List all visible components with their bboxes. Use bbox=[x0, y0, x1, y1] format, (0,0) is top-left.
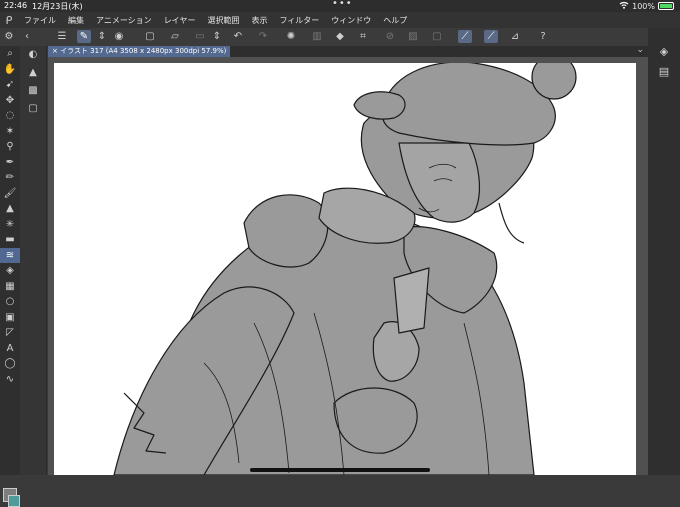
save-icon[interactable]: ▭ bbox=[193, 30, 207, 43]
undo-icon[interactable]: ↶ bbox=[231, 30, 245, 43]
fill-tool-icon[interactable]: ◈ bbox=[0, 263, 20, 279]
view-eye-icon[interactable]: ◉ bbox=[112, 30, 126, 43]
command-toolbar: ⚙ ‹ ☰ ✎ ⇕ ◉ ▢ ▱ ▭ ⇕ ↶ ↷ ✺ ▥ ◆ ⌗ ⊘ ▨ ▢ ⟋ … bbox=[0, 28, 680, 47]
loading-icon[interactable]: ✺ bbox=[284, 30, 298, 43]
sub-tool-column: ◐ ▲ ▩ ▢ bbox=[20, 46, 47, 475]
balloon-tool-icon[interactable]: ◯ bbox=[0, 356, 20, 372]
crop-icon[interactable]: ⌗ bbox=[356, 30, 370, 43]
drawing-canvas[interactable] bbox=[54, 63, 636, 475]
back-icon[interactable]: ‹ bbox=[20, 30, 34, 43]
battery-icon bbox=[658, 2, 674, 10]
menu-selection[interactable]: 選択範囲 bbox=[201, 15, 245, 26]
layers-panel-icon[interactable]: ◈ bbox=[648, 42, 680, 62]
document-tab-bar: × イラスト 317 (A4 3508 x 2480px 300dpi 57.9… bbox=[48, 45, 648, 57]
battery-level bbox=[660, 4, 672, 8]
eraser-tool-icon[interactable]: ▬ bbox=[0, 232, 20, 248]
operation-tool-icon[interactable]: ➹ bbox=[0, 77, 20, 93]
deselect-icon[interactable]: ⊘ bbox=[383, 30, 397, 43]
home-indicator bbox=[250, 468, 430, 472]
redo-icon[interactable]: ↷ bbox=[256, 30, 270, 43]
airbrush-tool-icon[interactable]: ▲ bbox=[0, 201, 20, 217]
color-wheel-icon[interactable]: ▩ bbox=[20, 82, 46, 100]
right-panel: ◈ ▤ bbox=[648, 28, 680, 475]
menu-help[interactable]: ヘルプ bbox=[377, 15, 413, 26]
pen-tool-icon[interactable]: ✒ bbox=[0, 155, 20, 171]
ruler-snap-icon[interactable]: ⟋ bbox=[458, 30, 472, 43]
multitask-dots[interactable]: ••• bbox=[332, 0, 353, 9]
menu-filter[interactable]: フィルター bbox=[273, 15, 325, 26]
decoration-tool-icon[interactable]: ✳ bbox=[0, 217, 20, 233]
tool-property-icon[interactable]: ▲ bbox=[20, 64, 46, 82]
document-tab-label: イラスト 317 (A4 3508 x 2480px 300dpi 57.9%) bbox=[60, 47, 227, 55]
status-bar: 22:46 12月23日(木) ••• 100% bbox=[0, 0, 680, 12]
grid-snap-icon[interactable]: ⊿ bbox=[508, 30, 522, 43]
tool-palette: ⌕ ✋ ➹ ✥ ◌ ✶ ⚲ ✒ ✏ 🖌 ▲ ✳ ▬ ≋ ◈ ▦ ○ ▣ ◸ A … bbox=[0, 46, 20, 507]
artwork-illustration bbox=[113, 63, 577, 475]
menu-animation[interactable]: アニメーション bbox=[90, 15, 158, 26]
app-logo-icon[interactable]: ᑭ bbox=[0, 14, 18, 27]
menu-edit[interactable]: 編集 bbox=[62, 15, 90, 26]
stepper-icon[interactable]: ⇕ bbox=[95, 30, 109, 43]
eyedropper-icon[interactable]: ⚲ bbox=[0, 139, 20, 155]
shape-tool-icon[interactable]: ○ bbox=[0, 294, 20, 310]
text-tool-icon[interactable]: A bbox=[0, 341, 20, 357]
stepper2-icon[interactable]: ⇕ bbox=[210, 30, 224, 43]
clear-layer-icon[interactable]: ▥ bbox=[310, 30, 324, 43]
menu-view[interactable]: 表示 bbox=[245, 15, 273, 26]
hamburger-menu-icon[interactable]: ☰ bbox=[55, 30, 69, 43]
open-folder-icon[interactable]: ▱ bbox=[168, 30, 182, 43]
frame-tool-icon[interactable]: ▣ bbox=[0, 310, 20, 326]
lasso-tool-icon[interactable]: ◌ bbox=[0, 108, 20, 124]
invert-selection-icon[interactable]: ▨ bbox=[406, 30, 420, 43]
chevron-down-icon[interactable]: ⌄ bbox=[636, 45, 644, 55]
battery-percent: 100% bbox=[632, 1, 655, 11]
brush-size-icon[interactable]: ◐ bbox=[20, 46, 46, 64]
document-tab[interactable]: × イラスト 317 (A4 3508 x 2480px 300dpi 57.9… bbox=[48, 46, 231, 57]
menu-layer[interactable]: レイヤー bbox=[158, 15, 202, 26]
help-icon[interactable]: ? bbox=[536, 30, 550, 43]
settings-icon[interactable]: ⚙ bbox=[2, 30, 16, 43]
menu-bar: ᑭ ファイル 編集 アニメーション レイヤー 選択範囲 表示 フィルター ウィン… bbox=[0, 12, 680, 28]
hand-tool-icon[interactable]: ✋ bbox=[0, 62, 20, 78]
status-time: 22:46 bbox=[4, 1, 28, 10]
workspace bbox=[48, 57, 648, 475]
select-icon[interactable]: ▢ bbox=[430, 30, 444, 43]
pen-edit-icon[interactable]: ✎ bbox=[77, 30, 91, 43]
pencil-tool-icon[interactable]: ✏ bbox=[0, 170, 20, 186]
magic-wand-icon[interactable]: ✶ bbox=[0, 124, 20, 140]
stack-panel-icon[interactable]: ▤ bbox=[648, 62, 680, 82]
wifi-icon bbox=[619, 1, 629, 11]
fill-bucket-icon[interactable]: ◆ bbox=[333, 30, 347, 43]
status-date: 12月23日(木) bbox=[32, 2, 83, 11]
gradient-tool-icon[interactable]: ▦ bbox=[0, 279, 20, 295]
correct-line-tool-icon[interactable]: ∿ bbox=[0, 372, 20, 388]
menu-window[interactable]: ウィンドウ bbox=[325, 15, 377, 26]
blend-tool-icon[interactable]: ≋ bbox=[0, 247, 20, 263]
material-icon[interactable]: ▢ bbox=[20, 100, 46, 118]
menu-file[interactable]: ファイル bbox=[18, 15, 62, 26]
new-file-icon[interactable]: ▢ bbox=[143, 30, 157, 43]
sub-color-swatch[interactable] bbox=[8, 495, 20, 507]
move-tool-icon[interactable]: ✥ bbox=[0, 93, 20, 109]
ruler-tool-icon[interactable]: ◸ bbox=[0, 325, 20, 341]
zoom-tool-icon[interactable]: ⌕ bbox=[0, 46, 20, 62]
brush-tool-icon[interactable]: 🖌 bbox=[0, 186, 20, 202]
snap-special-icon[interactable]: ⟋ bbox=[484, 30, 498, 43]
